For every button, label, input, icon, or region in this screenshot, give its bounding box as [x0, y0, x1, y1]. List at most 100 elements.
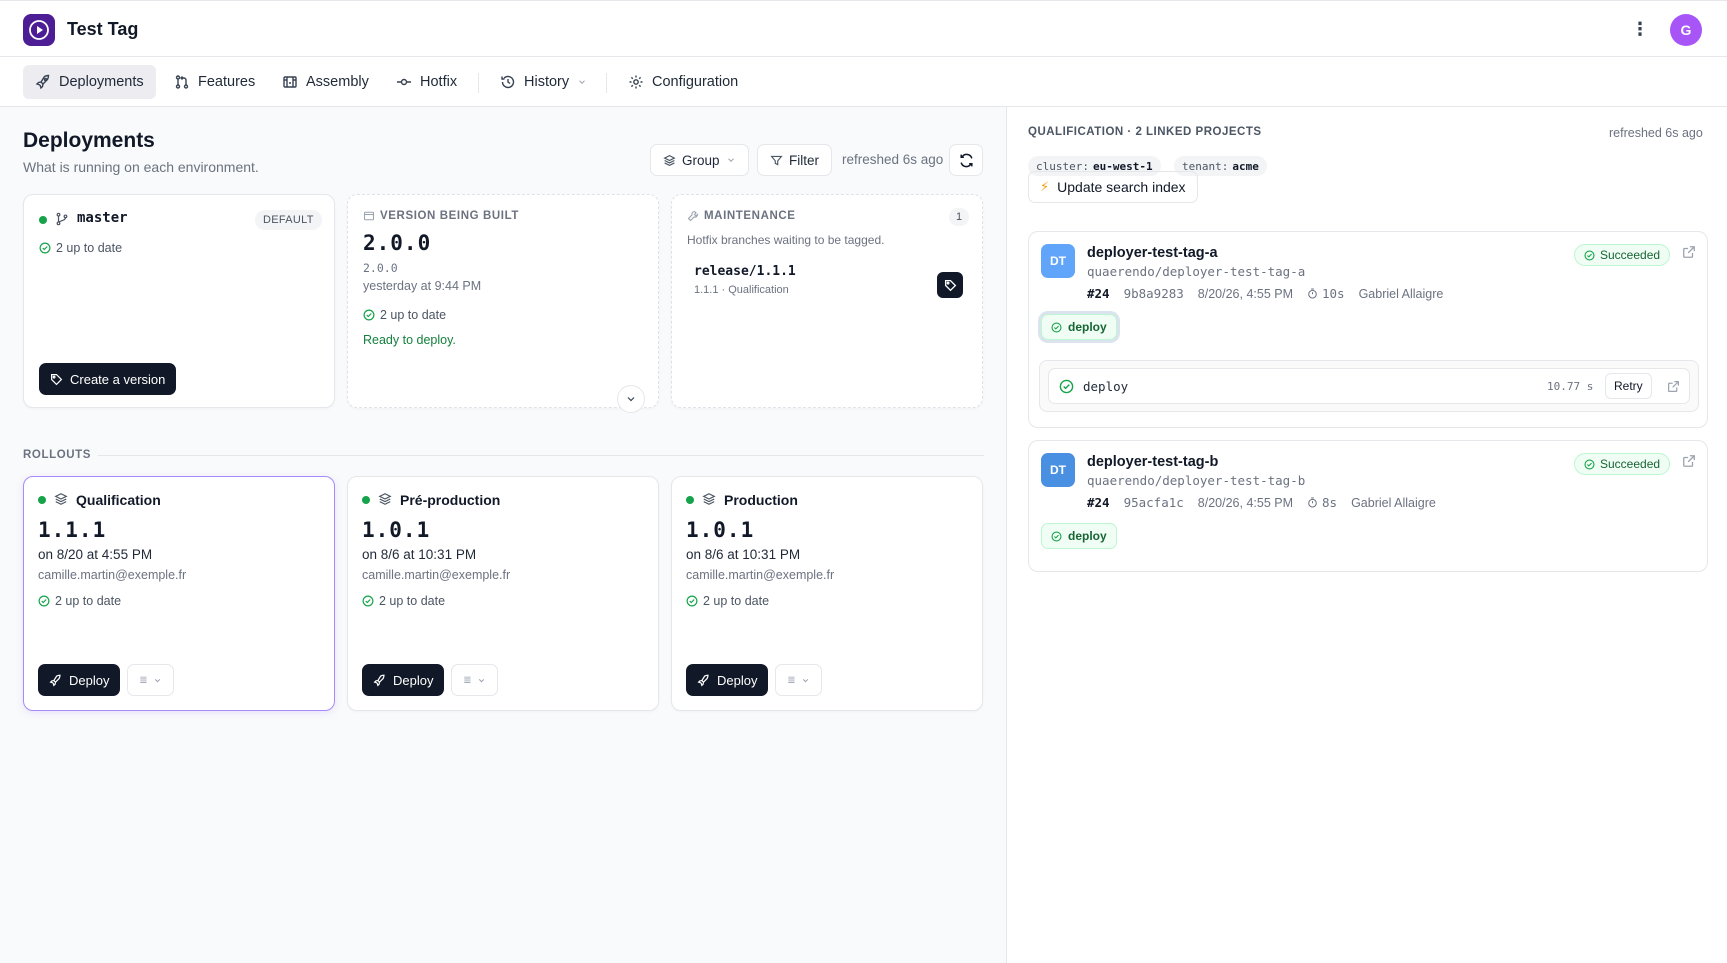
status-dot	[39, 216, 47, 224]
maintenance-label: MAINTENANCE	[704, 210, 796, 222]
env-deployer-email: camille.martin@exemple.fr	[38, 568, 187, 582]
env-card-preproduction[interactable]: Pré-production 1.0.1 on 8/6 at 10:31 PM …	[347, 476, 659, 711]
deploy-button[interactable]: Deploy	[362, 664, 445, 696]
update-search-index-button[interactable]: ⚡ Update search index	[1028, 171, 1198, 203]
branch-name: master	[77, 210, 128, 226]
tag-hotfix-button[interactable]	[937, 272, 963, 298]
create-version-button[interactable]: Create a version	[39, 363, 177, 395]
pipeline-number[interactable]: #24	[1087, 286, 1110, 301]
project-avatar: DT	[1041, 453, 1075, 487]
app-title: Test Tag	[67, 19, 139, 39]
tab-assembly-label: Assembly	[306, 74, 369, 90]
external-link-icon[interactable]	[1682, 245, 1696, 259]
tab-configuration-label: Configuration	[652, 74, 739, 90]
tag-icon	[51, 373, 63, 385]
env-deploy-date: on 8/20 at 4:55 PM	[38, 547, 153, 562]
external-link-icon[interactable]	[1667, 380, 1680, 393]
pipeline-author: Gabriel Allaigre	[1358, 286, 1444, 301]
deploy-button[interactable]: Deploy	[38, 664, 121, 696]
project-card-a: DT deployer-test-tag-a quaerendo/deploye…	[1028, 231, 1708, 428]
filter-icon	[770, 155, 783, 165]
check-circle-icon	[686, 595, 698, 607]
git-commit-icon	[397, 78, 411, 86]
tab-hotfix[interactable]: Hotfix	[384, 65, 469, 99]
up-to-date-label: 2 up to date	[55, 594, 122, 608]
external-link-icon[interactable]	[1682, 454, 1696, 468]
filter-button-label: Filter	[789, 152, 819, 168]
project-avatar: DT	[1041, 244, 1075, 278]
up-to-date-status: 2 up to date	[686, 594, 769, 608]
job-row: deploy 10.77 s Retry	[1048, 368, 1690, 404]
job-chip-deploy[interactable]: deploy	[1041, 523, 1117, 549]
project-name[interactable]: deployer-test-tag-a	[1087, 245, 1218, 261]
refresh-button[interactable]	[949, 144, 983, 176]
layers-icon	[378, 493, 392, 505]
more-options-icon[interactable]: ⋮	[1630, 17, 1650, 41]
filter-button[interactable]: Filter	[757, 144, 832, 176]
env-card-production[interactable]: Production 1.0.1 on 8/6 at 10:31 PM cami…	[671, 476, 983, 711]
tab-assembly[interactable]: Assembly	[270, 65, 381, 99]
expand-button[interactable]	[617, 385, 645, 413]
tab-configuration[interactable]: Configuration	[616, 65, 750, 99]
rocket-icon	[35, 74, 50, 90]
pipeline-duration: 8s	[1307, 495, 1337, 510]
tab-history[interactable]: History	[488, 65, 599, 99]
check-circle-icon	[362, 595, 374, 607]
pipeline-meta: #24 9b8a9283 8/20/26, 4:55 PM 10s Gabrie…	[1087, 286, 1443, 301]
status-dot	[686, 496, 694, 504]
env-deployer-email: camille.martin@exemple.fr	[362, 568, 511, 582]
env-deploy-date: on 8/6 at 10:31 PM	[362, 547, 477, 562]
rollouts-label: ROLLOUTS	[23, 449, 92, 461]
history-icon	[501, 75, 515, 89]
deploy-button[interactable]: Deploy	[686, 664, 769, 696]
maintenance-count-badge: 1	[949, 208, 969, 226]
succeeded-badge: Succeeded	[1574, 244, 1671, 266]
deploy-options-button[interactable]: ≣	[127, 664, 174, 696]
app-logo-icon[interactable]	[23, 14, 55, 46]
tab-features[interactable]: Features	[162, 65, 267, 99]
pipeline-date: 8/20/26, 4:55 PM	[1197, 286, 1293, 301]
hotfix-branch-name: release/1.1.1	[694, 264, 796, 279]
commit-sha[interactable]: 95acfa1c	[1124, 495, 1184, 510]
up-to-date-label: 2 up to date	[380, 308, 447, 322]
pipeline-number[interactable]: #24	[1087, 495, 1110, 510]
commit-sha[interactable]: 9b8a9283	[1124, 286, 1184, 301]
duration-value: 10s	[1322, 286, 1345, 301]
job-duration: 10.77 s	[1547, 380, 1594, 393]
layers-icon	[54, 493, 68, 505]
top-bar: Test Tag ⋮ G	[0, 0, 1727, 57]
up-to-date-status: 2 up to date	[362, 594, 445, 608]
create-version-label: Create a version	[70, 371, 166, 387]
deploy-options-button[interactable]: ≣	[775, 664, 822, 696]
check-circle-icon	[363, 309, 375, 321]
deploy-label: Deploy	[69, 672, 110, 688]
succeeded-badge: Succeeded	[1574, 453, 1671, 475]
deploy-options-button[interactable]: ≣	[451, 664, 498, 696]
job-chip-deploy[interactable]: deploy	[1041, 314, 1117, 340]
layers-icon	[663, 154, 676, 166]
list-icon: ≣	[139, 674, 148, 686]
status-dot	[38, 496, 46, 504]
pipeline-meta: #24 95acfa1c 8/20/26, 4:55 PM 8s Gabriel…	[1087, 495, 1436, 510]
up-to-date-status: 2 up to date	[38, 594, 121, 608]
rocket-icon	[49, 674, 61, 687]
env-version: 1.1.1	[38, 518, 107, 542]
tag-icon	[944, 279, 956, 291]
env-deployer-email: camille.martin@exemple.fr	[686, 568, 835, 582]
status-dot	[362, 496, 370, 504]
list-icon: ≣	[787, 674, 796, 686]
rocket-icon	[373, 674, 385, 687]
user-avatar[interactable]: G	[1670, 14, 1702, 46]
env-card-qualification[interactable]: Qualification 1.1.1 on 8/20 at 4:55 PM c…	[23, 476, 335, 711]
divider	[98, 455, 984, 456]
retry-button[interactable]: Retry	[1605, 373, 1652, 399]
chevron-down-icon	[579, 80, 585, 84]
timer-icon	[1308, 288, 1317, 299]
project-name[interactable]: deployer-test-tag-b	[1087, 454, 1218, 470]
group-button[interactable]: Group	[650, 144, 749, 176]
chevron-down-icon	[802, 678, 808, 682]
tab-deployments[interactable]: Deployments	[23, 65, 156, 99]
env-version: 1.0.1	[686, 518, 755, 542]
check-circle-icon	[1051, 321, 1062, 333]
project-path: quaerendo/deployer-test-tag-a	[1087, 264, 1306, 279]
